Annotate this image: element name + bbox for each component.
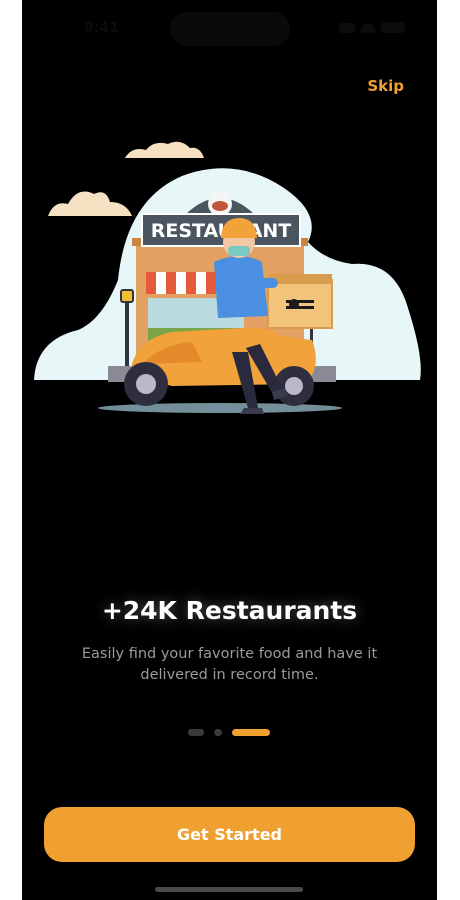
get-started-button[interactable]: Get Started bbox=[44, 807, 415, 862]
ground-shadow bbox=[98, 403, 342, 413]
page-indicator bbox=[188, 728, 270, 736]
lamp-head-left bbox=[120, 289, 134, 303]
person-mask bbox=[228, 246, 250, 256]
status-icons bbox=[339, 22, 405, 33]
onboarding-subtitle: Easily find your favorite food and have … bbox=[81, 646, 378, 683]
dynamic-island bbox=[170, 12, 290, 46]
cloud-top bbox=[125, 141, 204, 158]
delivery-illustration: RESTAURANT bbox=[34, 141, 421, 414]
onboarding-screen: 9:41 Skip RESTAURANT +24K Restaurants Ea… bbox=[22, 0, 437, 900]
signal-icon bbox=[339, 22, 355, 33]
person-arm bbox=[254, 278, 278, 288]
delivery-box bbox=[267, 279, 333, 329]
page-dot-3-active bbox=[232, 728, 270, 736]
page-dot-2 bbox=[214, 728, 222, 736]
onboarding-title: +24K Restaurants bbox=[101, 596, 358, 625]
status-time: 9:41 bbox=[84, 20, 119, 36]
bread-icon bbox=[212, 201, 228, 211]
battery-icon bbox=[381, 22, 405, 33]
page-dot-1 bbox=[188, 728, 204, 736]
status-bar: 9:41 bbox=[22, 0, 437, 54]
skip-button[interactable]: Skip bbox=[367, 77, 404, 95]
sign-text: RESTAURANT bbox=[151, 220, 292, 242]
home-indicator bbox=[155, 887, 303, 892]
wifi-icon bbox=[361, 22, 375, 33]
cloud-left bbox=[48, 191, 132, 216]
lamp-post-left bbox=[125, 300, 129, 366]
